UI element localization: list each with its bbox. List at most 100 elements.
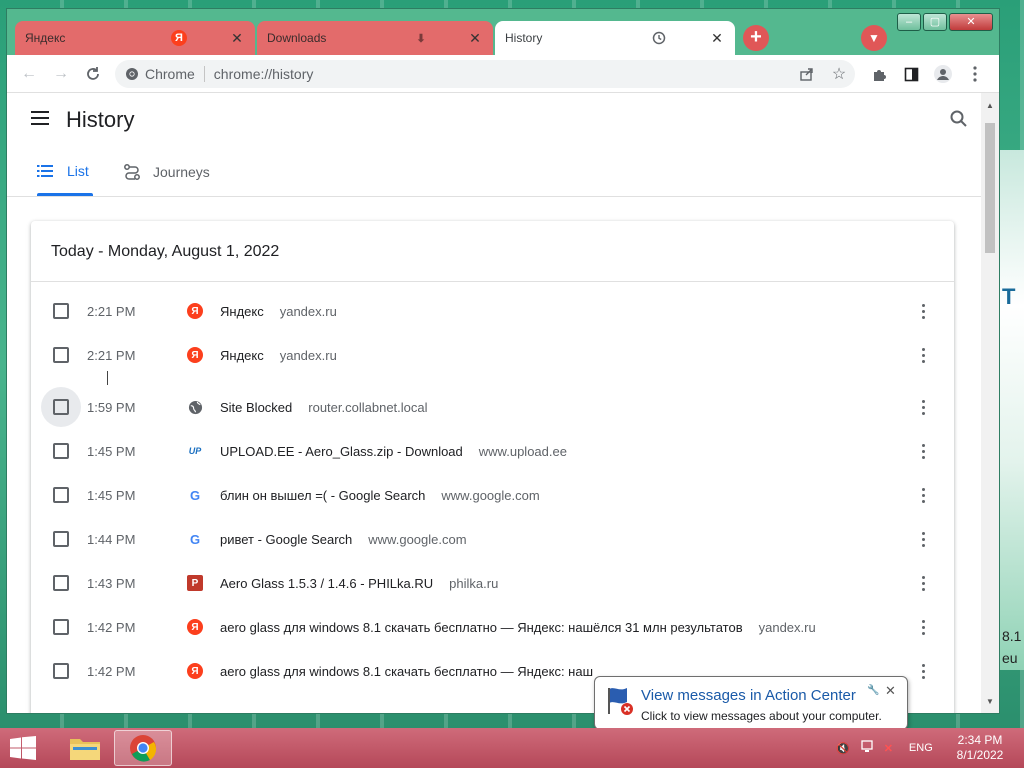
entry-domain: www.upload.ee [478, 443, 567, 459]
omnibox-site-label: Chrome [145, 66, 195, 82]
windows-start-icon[interactable] [8, 736, 38, 760]
chrome-taskbar-icon[interactable] [114, 730, 172, 766]
history-row[interactable]: 1:42 PM Я aero glass для windows 8.1 ска… [31, 605, 954, 649]
minimize-button[interactable]: – [897, 13, 921, 31]
history-entry[interactable]: aero glass для windows 8.1 скачать беспл… [220, 620, 816, 635]
history-row[interactable]: 1:45 PM UP UPLOAD.EE - Aero_Glass.zip - … [31, 429, 954, 473]
more-actions-icon[interactable] [917, 442, 929, 460]
notification-text: Click to view messages about your comput… [641, 709, 882, 723]
history-entry[interactable]: блин он вышел =( - Google Search www.goog… [220, 488, 540, 503]
entry-title[interactable]: Aero Glass 1.5.3 / 1.4.6 - PHILka.RU [220, 576, 433, 591]
chrome-menu-icon[interactable] [959, 58, 991, 90]
desktop-fragment-text: eu [1002, 650, 1018, 666]
address-bar[interactable]: Chrome chrome://history ☆ [115, 60, 855, 88]
more-actions-icon[interactable] [917, 574, 929, 592]
more-actions-icon[interactable] [917, 618, 929, 636]
google-icon: G [189, 487, 201, 503]
history-entry[interactable]: aero glass для windows 8.1 скачать беспл… [220, 664, 609, 679]
new-tab-button[interactable]: + [743, 25, 769, 51]
checkbox[interactable] [53, 347, 69, 363]
tab-downloads[interactable]: ⬇ Downloads ✕ [257, 21, 493, 55]
tab-journeys[interactable]: Journeys [123, 163, 210, 181]
history-row[interactable]: 2:21 PM Я Яндекс yandex.ru [31, 289, 954, 333]
clock[interactable]: 2:34 PM 8/1/2022 [950, 733, 1010, 763]
history-row[interactable]: 2:21 PM Я Яндекс yandex.ru [31, 333, 954, 377]
side-panel-icon[interactable] [895, 58, 927, 90]
more-actions-icon[interactable] [917, 530, 929, 548]
history-row[interactable]: 1:59 PM Site Blocked router.collabnet.loc… [31, 385, 954, 429]
notification-title[interactable]: View messages in Action Center [641, 687, 856, 704]
entry-title[interactable]: aero glass для windows 8.1 скачать беспл… [220, 620, 743, 635]
entry-title[interactable]: Яндекс [220, 304, 264, 319]
tab-search-button[interactable]: ▼ [861, 25, 887, 51]
network-icon[interactable] [860, 739, 876, 757]
history-entry[interactable]: Aero Glass 1.5.3 / 1.4.6 - PHILka.RU phil… [220, 576, 498, 591]
scrollbar-thumb[interactable] [985, 123, 995, 253]
tab-strip: Я Яндекс ✕ ⬇ Downloads ✕ History ✕ + ▼ –… [7, 9, 999, 59]
close-icon[interactable]: ✕ [709, 30, 725, 47]
tab-history[interactable]: History ✕ [495, 21, 735, 55]
history-entry[interactable]: ривет - Google Search www.google.com [220, 532, 467, 547]
forward-icon[interactable]: → [45, 58, 77, 90]
more-actions-icon[interactable] [917, 486, 929, 504]
search-icon[interactable] [949, 109, 971, 131]
history-entry[interactable]: Site Blocked router.collabnet.local [220, 400, 428, 415]
checkbox[interactable] [53, 443, 69, 459]
upload-ee-icon: UP [188, 446, 202, 456]
more-actions-icon[interactable] [917, 662, 929, 680]
history-entry[interactable]: Яндекс yandex.ru [220, 348, 337, 363]
entry-title[interactable]: Site Blocked [220, 400, 292, 415]
tab-yandex[interactable]: Я Яндекс ✕ [15, 21, 255, 55]
share-icon[interactable] [791, 58, 823, 90]
more-actions-icon[interactable] [917, 398, 929, 416]
checkbox[interactable] [53, 487, 69, 503]
entry-title[interactable]: ривет - Google Search [220, 532, 352, 547]
omnibox-url[interactable]: chrome://history [214, 66, 314, 82]
entry-title[interactable]: UPLOAD.EE - Aero_Glass.zip - Download [220, 444, 463, 459]
bookmark-star-icon[interactable]: ☆ [823, 58, 855, 90]
back-icon[interactable]: ← [13, 58, 45, 90]
file-explorer-icon[interactable] [56, 730, 114, 766]
language-indicator[interactable]: ENG [909, 742, 933, 754]
action-center-notification[interactable]: View messages in Action Center Click to … [594, 676, 908, 741]
extensions-icon[interactable] [863, 58, 895, 90]
checkbox[interactable] [53, 663, 69, 679]
hamburger-menu-icon[interactable] [31, 111, 51, 129]
checkbox[interactable] [53, 303, 69, 319]
close-icon[interactable]: ✕ [885, 683, 896, 699]
volume-muted-icon[interactable]: 🔇 [836, 742, 850, 755]
yandex-icon: Я [187, 619, 203, 635]
google-icon: G [189, 531, 201, 547]
entry-title[interactable]: aero glass для windows 8.1 скачать беспл… [220, 664, 593, 679]
more-actions-icon[interactable] [917, 346, 929, 364]
checkbox[interactable] [53, 619, 69, 635]
tab-label: Яндекс [25, 31, 66, 45]
pin-icon[interactable]: 🔧 [867, 685, 879, 696]
reload-icon[interactable] [77, 58, 109, 90]
maximize-button[interactable]: ▢ [923, 13, 947, 31]
system-tray: 🔇 ✕ ENG [836, 728, 933, 768]
history-entry[interactable]: Яндекс yandex.ru [220, 304, 337, 319]
close-window-button[interactable]: ✕ [949, 13, 993, 31]
entry-title[interactable]: Яндекс [220, 348, 264, 363]
history-header: History List Journeys [7, 93, 981, 197]
close-icon[interactable]: ✕ [229, 30, 245, 47]
entry-title[interactable]: блин он вышел =( - Google Search [220, 488, 425, 503]
history-row[interactable]: 1:45 PM G блин он вышел =( - Google Sear… [31, 473, 954, 517]
close-icon[interactable]: ✕ [467, 30, 483, 47]
history-entry[interactable]: UPLOAD.EE - Aero_Glass.zip - Download www… [220, 444, 567, 459]
list-icon [37, 165, 53, 177]
checkbox[interactable] [53, 575, 69, 591]
history-row[interactable]: 1:44 PM G ривет - Google Search www.googl… [31, 517, 954, 561]
history-row[interactable]: 1:43 PM P Aero Glass 1.5.3 / 1.4.6 - PHI… [31, 561, 954, 605]
page-scrollbar[interactable]: ▲ ▼ [981, 93, 999, 713]
more-actions-icon[interactable] [917, 302, 929, 320]
checkbox[interactable] [53, 399, 69, 415]
scroll-down-icon[interactable]: ▼ [986, 697, 994, 706]
tab-list[interactable]: List [37, 163, 89, 179]
visit-time: 1:45 PM [87, 487, 136, 503]
checkbox[interactable] [53, 531, 69, 547]
scroll-up-icon[interactable]: ▲ [986, 101, 994, 110]
action-center-alert-icon[interactable]: ✕ [884, 742, 893, 755]
profile-avatar-icon[interactable] [927, 58, 959, 90]
